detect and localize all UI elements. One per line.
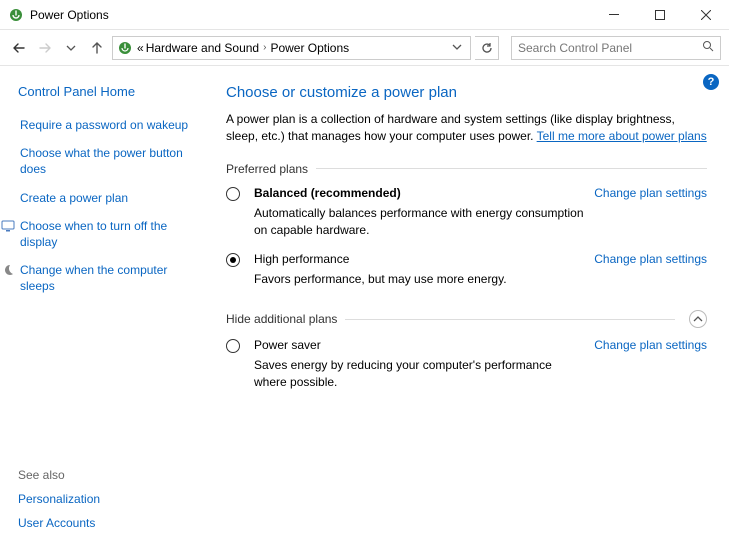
close-button[interactable] xyxy=(683,0,729,30)
breadcrumb-prefix: « xyxy=(137,41,144,55)
sidebar-item-label: Require a password on wakeup xyxy=(20,117,188,133)
see-also-header: See also xyxy=(18,468,200,482)
search-input[interactable] xyxy=(518,41,698,55)
additional-plans-label: Hide additional plans xyxy=(226,312,337,326)
divider xyxy=(345,319,675,320)
page-title: Choose or customize a power plan xyxy=(226,84,707,101)
refresh-button[interactable] xyxy=(475,36,499,60)
main-content: Choose or customize a power plan A power… xyxy=(212,66,729,542)
change-plan-settings-link[interactable]: Change plan settings xyxy=(594,338,707,352)
power-options-icon xyxy=(8,7,24,23)
divider xyxy=(316,168,707,169)
search-box[interactable] xyxy=(511,36,721,60)
toolbar: « Hardware and Sound › Power Options xyxy=(0,30,729,66)
recent-dropdown[interactable] xyxy=(60,37,82,59)
forward-button[interactable] xyxy=(34,37,56,59)
control-panel-home-link[interactable]: Control Panel Home xyxy=(18,84,200,99)
breadcrumb-item-1[interactable]: Power Options xyxy=(270,41,349,55)
display-icon xyxy=(0,218,16,234)
sidebar-link-create-plan[interactable]: Create a power plan xyxy=(18,190,200,206)
radio-high-performance[interactable] xyxy=(226,253,240,267)
preferred-plans-label: Preferred plans xyxy=(226,162,308,176)
window-controls xyxy=(591,0,729,30)
up-button[interactable] xyxy=(86,37,108,59)
chevron-up-icon[interactable] xyxy=(689,310,707,328)
sidebar-item-label: Create a power plan xyxy=(20,190,128,206)
change-plan-settings-link[interactable]: Change plan settings xyxy=(594,252,707,266)
sidebar-item-label: Choose when to turn off the display xyxy=(20,218,200,250)
sidebar-item-label: Change when the computer sleeps xyxy=(20,262,200,294)
preferred-plans-header: Preferred plans xyxy=(226,162,707,176)
moon-icon xyxy=(0,262,16,278)
change-plan-settings-link[interactable]: Change plan settings xyxy=(594,186,707,200)
breadcrumb-item-0[interactable]: Hardware and Sound xyxy=(146,41,259,55)
radio-balanced[interactable] xyxy=(226,187,240,201)
chevron-right-icon: › xyxy=(261,42,268,53)
see-also-personalization[interactable]: Personalization xyxy=(18,492,200,506)
plan-balanced: Balanced (recommended) Change plan setti… xyxy=(226,186,707,239)
sidebar-link-sleep[interactable]: Change when the computer sleeps xyxy=(18,262,200,294)
see-also-user-accounts[interactable]: User Accounts xyxy=(18,516,200,530)
titlebar: Power Options xyxy=(0,0,729,30)
sidebar-link-display-off[interactable]: Choose when to turn off the display xyxy=(18,218,200,250)
plan-power-saver: Power saver Change plan settings Saves e… xyxy=(226,338,707,391)
search-icon[interactable] xyxy=(702,40,714,55)
see-also: See also Personalization User Accounts xyxy=(18,448,200,530)
plan-name[interactable]: Balanced (recommended) xyxy=(254,186,586,200)
intro-text: A power plan is a collection of hardware… xyxy=(226,111,707,146)
window-title: Power Options xyxy=(30,8,109,22)
breadcrumb-dropdown[interactable] xyxy=(452,41,466,55)
sidebar: Control Panel Home Require a password on… xyxy=(0,66,212,542)
sidebar-link-require-password[interactable]: Require a password on wakeup xyxy=(18,117,200,133)
plan-desc: Saves energy by reducing your computer's… xyxy=(254,357,586,391)
minimize-button[interactable] xyxy=(591,0,637,30)
plan-name[interactable]: High performance xyxy=(254,252,586,266)
plan-high-performance: High performance Change plan settings Fa… xyxy=(226,252,707,288)
plan-desc: Favors performance, but may use more ene… xyxy=(254,271,586,288)
sidebar-links: Require a password on wakeup Choose what… xyxy=(18,117,200,295)
sidebar-link-power-button[interactable]: Choose what the power button does xyxy=(18,145,200,177)
maximize-button[interactable] xyxy=(637,0,683,30)
additional-plans-header[interactable]: Hide additional plans xyxy=(226,310,707,328)
plan-name[interactable]: Power saver xyxy=(254,338,586,352)
sidebar-item-label: Choose what the power button does xyxy=(20,145,200,177)
learn-more-link[interactable]: Tell me more about power plans xyxy=(537,129,707,143)
plan-desc: Automatically balances performance with … xyxy=(254,205,586,239)
back-button[interactable] xyxy=(8,37,30,59)
breadcrumb[interactable]: « Hardware and Sound › Power Options xyxy=(112,36,471,60)
power-options-icon xyxy=(117,40,133,56)
radio-power-saver[interactable] xyxy=(226,339,240,353)
